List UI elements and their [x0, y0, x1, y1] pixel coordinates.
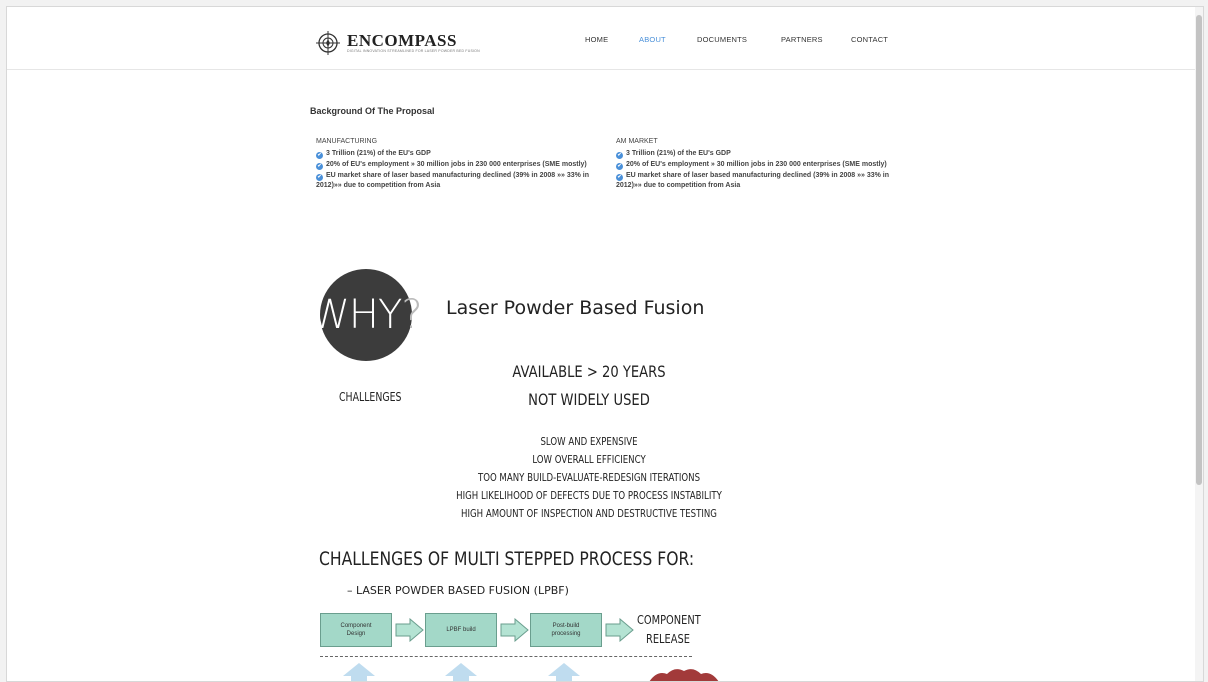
site-logo[interactable]: ENCOMPASS DIGITAL INNOVATION STREAMLINED… — [315, 29, 480, 57]
section-title: Background Of The Proposal — [310, 106, 435, 116]
compass-logo-icon — [316, 31, 340, 55]
column-am-market: AM MARKET ✔ 3 Trillion (21%) of the EU's … — [616, 138, 906, 192]
browser-window: ENCOMPASS DIGITAL INNOVATION STREAMLINED… — [6, 6, 1204, 682]
nav-about[interactable]: ABOUT — [639, 35, 666, 44]
process-subheading: – LASER POWDER BASED FUSION (LPBF) — [347, 584, 569, 597]
list-item: ✔ 3 Trillion (21%) of the EU's GDP — [616, 150, 731, 159]
flow-arrow-icon — [605, 618, 634, 642]
up-arrow-icon — [343, 663, 375, 681]
column-heading: MANUFACTURING — [316, 138, 378, 145]
column-heading: AM MARKET — [616, 138, 658, 145]
page-scrollbar[interactable] — [1195, 7, 1203, 681]
issue-line: SLOW AND EXPENSIVE — [540, 435, 638, 448]
issue-line: TOO MANY BUILD-EVALUATE-REDESIGN ITERATI… — [477, 471, 701, 484]
nav-partners[interactable]: PARTNERS — [781, 35, 823, 44]
nav-documents[interactable]: DOCUMENTS — [697, 35, 747, 44]
not-used-text: NOT WIDELY USED — [528, 390, 650, 409]
logo-tagline: DIGITAL INNOVATION STREAMLINED FOR LASER… — [347, 49, 480, 53]
check-icon: ✔ — [616, 152, 623, 159]
flow-arrow-icon — [500, 618, 529, 642]
check-icon: ✔ — [316, 163, 323, 170]
release-line2: RELEASE — [646, 632, 690, 646]
list-item: ✔ 20% of EU's employment » 30 million job… — [316, 161, 587, 170]
release-line1: COMPONENT — [637, 613, 701, 627]
process-heading: CHALLENGES OF MULTI STEPPED PROCESS FOR: — [319, 548, 695, 570]
flow-arrow-icon — [395, 618, 424, 642]
nav-home[interactable]: HOME — [585, 35, 608, 44]
step-lpbf-build: LPBF build — [425, 613, 497, 647]
why-question-mark: ? — [401, 292, 422, 338]
process-divider — [320, 656, 692, 657]
site-header: ENCOMPASS DIGITAL INNOVATION STREAMLINED… — [7, 7, 1195, 70]
list-item: ✔ 20% of EU's employment » 30 million job… — [616, 161, 887, 170]
step-post-build-processing: Post-build processing — [530, 613, 602, 647]
up-arrow-icon — [548, 663, 580, 681]
why-badge: WHY? — [310, 269, 423, 361]
why-text: WHY — [310, 292, 402, 338]
check-icon: ✔ — [616, 174, 623, 181]
infographic-subject: Laser Powder Based Fusion — [446, 297, 705, 319]
step-component-design: Component Design — [320, 613, 392, 647]
list-item: ✔ EU market share of laser based manufact… — [616, 172, 889, 189]
issue-line: LOW OVERALL EFFICIENCY — [532, 453, 646, 466]
list-item: ✔ 3 Trillion (21%) of the EU's GDP — [316, 150, 431, 159]
check-icon: ✔ — [316, 152, 323, 159]
nav-contact[interactable]: CONTACT — [851, 35, 888, 44]
issue-line: HIGH LIKELIHOOD OF DEFECTS DUE TO PROCES… — [456, 489, 722, 502]
issue-line: HIGH AMOUNT OF INSPECTION AND DESTRUCTIV… — [461, 507, 717, 520]
scrollbar-thumb[interactable] — [1196, 15, 1202, 485]
column-manufacturing: MANUFACTURING ✔ 3 Trillion (21%) of the E… — [316, 138, 606, 192]
available-text: AVAILABLE > 20 YEARS — [512, 362, 666, 381]
logo-name: ENCOMPASS — [347, 31, 457, 50]
check-icon: ✔ — [616, 163, 623, 170]
check-icon: ✔ — [316, 174, 323, 181]
up-arrow-icon — [445, 663, 477, 681]
list-item: ✔ EU market share of laser based manufact… — [316, 172, 589, 189]
